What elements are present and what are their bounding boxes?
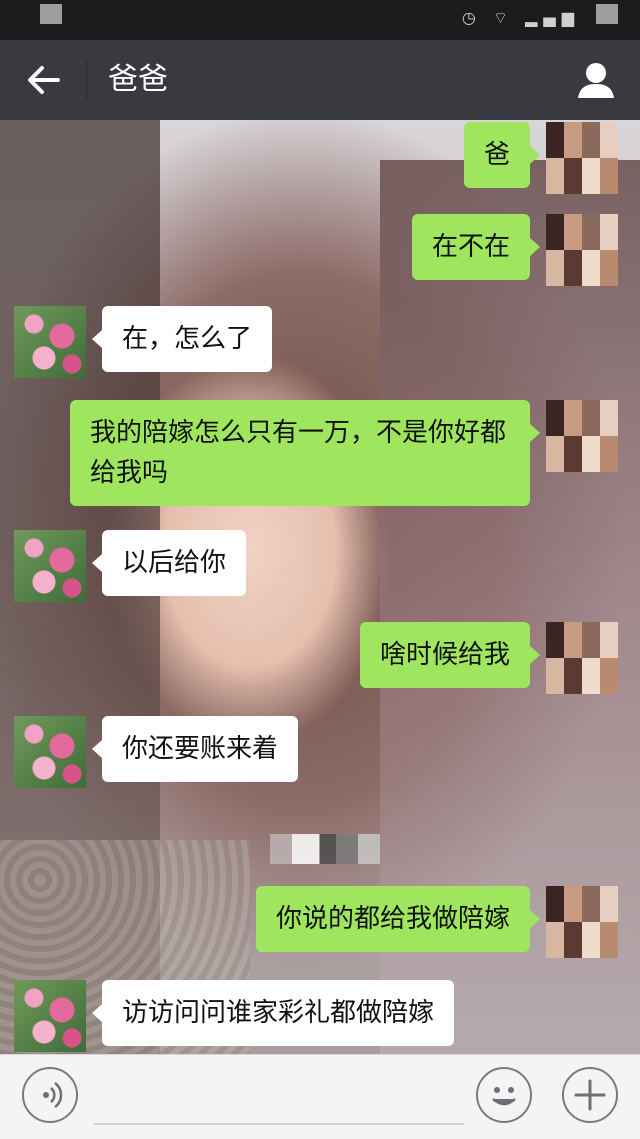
- sent-message-bubble[interactable]: 你说的都给我做陪嫁: [255, 886, 541, 952]
- avatar[interactable]: [546, 886, 618, 958]
- sent-message-bubble[interactable]: 爸: [463, 122, 541, 188]
- received-message-bubble[interactable]: 在，怎么了: [91, 306, 273, 372]
- battery-icon: [596, 4, 618, 24]
- message-row: 我的陪嫁怎么只有一万，不是你好都给我吗: [70, 400, 618, 506]
- message-row: 你还要账来着: [14, 716, 299, 788]
- message-row: 在，怎么了: [14, 306, 273, 378]
- voice-icon: [43, 1082, 63, 1108]
- avatar[interactable]: [14, 980, 86, 1052]
- message-row: 以后给你: [14, 530, 247, 602]
- avatar[interactable]: [546, 622, 618, 694]
- avatar[interactable]: [14, 530, 86, 602]
- chat-header: 爸爸: [0, 40, 640, 120]
- back-button[interactable]: [22, 58, 66, 102]
- arrow-left-icon: [28, 66, 60, 94]
- signal-icon: ▂▄▆: [525, 8, 580, 27]
- sent-message-bubble[interactable]: 我的陪嫁怎么只有一万，不是你好都给我吗: [70, 400, 540, 506]
- message-row: 你说的都给我做陪嫁: [255, 886, 618, 958]
- wifi-icon: ⌔: [492, 8, 514, 27]
- message-input[interactable]: [94, 1073, 464, 1125]
- message-row: 爸: [463, 122, 618, 194]
- avatar[interactable]: [14, 716, 86, 788]
- emoji-button[interactable]: [476, 1067, 532, 1123]
- alarm-icon: ◷: [461, 8, 482, 27]
- chat-history[interactable]: 爸 在不在 在，怎么了 我的陪嫁怎么只有一万，不是你好都给我吗 以后给你 啥时候…: [0, 120, 640, 1054]
- received-message-bubble[interactable]: 以后给你: [91, 530, 247, 596]
- message-row: 在不在: [411, 214, 618, 286]
- message-row: 啥时候给我: [359, 622, 618, 694]
- received-message-bubble[interactable]: 你还要账来着: [91, 716, 299, 782]
- smiley-icon: [492, 1087, 516, 1106]
- sent-message-bubble[interactable]: 啥时候给我: [359, 622, 541, 688]
- blurred-status-area: [40, 4, 62, 24]
- avatar[interactable]: [546, 400, 618, 472]
- chat-info-button[interactable]: [574, 58, 618, 102]
- header-divider: [86, 60, 87, 100]
- avatar[interactable]: [546, 214, 618, 286]
- message-input-bar: [0, 1054, 640, 1139]
- status-icons: ◷ ⌔ ▂▄▆: [462, 8, 580, 28]
- more-options-button[interactable]: [562, 1067, 618, 1123]
- person-icon: [578, 63, 614, 98]
- message-row: 访访问问谁家彩礼都做陪嫁: [14, 980, 455, 1052]
- voice-button[interactable]: [22, 1067, 78, 1123]
- redacted-content: [270, 834, 380, 864]
- sent-message-bubble[interactable]: 在不在: [411, 214, 541, 280]
- received-message-bubble[interactable]: 访访问问谁家彩礼都做陪嫁: [91, 980, 455, 1046]
- status-bar: ◷ ⌔ ▂▄▆: [0, 0, 640, 40]
- avatar[interactable]: [14, 306, 86, 378]
- plus-icon: [574, 1079, 606, 1111]
- avatar[interactable]: [546, 122, 618, 194]
- chat-title: 爸爸: [108, 62, 168, 97]
